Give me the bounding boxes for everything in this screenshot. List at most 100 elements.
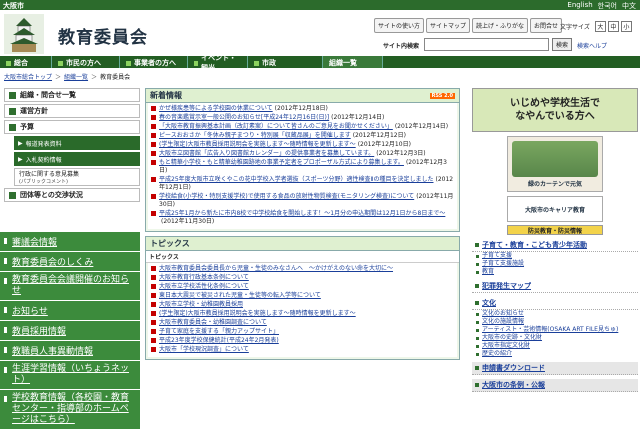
bullet-icon	[151, 151, 156, 156]
topic-link[interactable]: (学生限定)大阪市教員採用説明会を実施します～随時情報を更新します～	[159, 310, 356, 318]
link-education[interactable]: 教育	[482, 268, 494, 275]
news-link[interactable]: ピースおおさか「冬休み親子まつり・特別展「収蔵品展」を開催します	[159, 132, 351, 139]
bullet-icon	[151, 124, 156, 129]
green-curtain-banner[interactable]: 緑のカーテンで元気	[507, 136, 603, 192]
career-education-banner[interactable]: 大阪市のキャリア教育	[507, 196, 603, 222]
link-childcare-support[interactable]: 子育て支援	[482, 252, 512, 259]
link-council-info[interactable]: 審議会情報	[0, 232, 140, 252]
contact-button[interactable]: お問合せ	[530, 18, 563, 33]
font-size-small[interactable]: 小	[620, 21, 632, 32]
menu-bidding[interactable]: ▶ 入札契約情報	[14, 152, 140, 166]
news-link[interactable]: かぜ様疾患等による学校園の休業について	[159, 105, 273, 112]
disaster-prevention-banner[interactable]: 防災教育・防災情報	[507, 225, 603, 235]
topic-link[interactable]: 大阪市教育委員会委員長から児童・生徒のみなさんへ ～かけがえのない命を大切に～	[159, 265, 393, 273]
forms-download-link[interactable]: 申請書ダウンロード	[472, 362, 638, 375]
ordinances-link[interactable]: 大阪市の条例・公報	[472, 379, 638, 392]
topic-link[interactable]: 大阪市立学校活性化条例について	[159, 283, 249, 291]
site-usage-button[interactable]: サイトの使い方	[374, 18, 425, 33]
gnav-business[interactable]: 事業者の方へ	[120, 56, 188, 68]
news-date: (2012年11月30日)	[161, 218, 215, 225]
left-menu: 組織・問合せ一覧 運営方針 予算 ▶ 報道発表資料 ▶ 入札契約情報 行政に関する意…	[4, 88, 140, 204]
arrow-icon	[6, 60, 11, 66]
arrow-icon	[58, 60, 63, 66]
news-header: 新着情報 RSS 2.0	[146, 89, 459, 103]
breadcrumb-organizations[interactable]: 組織一覧	[64, 72, 88, 81]
bullet-icon	[151, 275, 156, 280]
link-personnel-changes[interactable]: 教職員人事異動情報	[0, 341, 140, 361]
section-childcare-title[interactable]: 子育て・教育・こども青少年活動	[472, 239, 638, 252]
bullet-icon	[151, 329, 156, 334]
topic-link[interactable]: 子育て家庭を支援する「親力アップサイト」	[159, 328, 279, 336]
gnav-general[interactable]: 総合	[0, 56, 52, 68]
font-size-large[interactable]: 大	[594, 21, 606, 32]
link-lifelong-learning[interactable]: 生涯学習情報（いちょうネット）	[0, 361, 140, 390]
topic-link[interactable]: 大阪市教育委員会・幼稚園調査について	[159, 319, 267, 327]
topic-link[interactable]: 大阪市「学校現況調査」について	[159, 346, 249, 354]
section-forms: 申請書ダウンロード	[472, 362, 638, 375]
menu-negotiations[interactable]: 団体等との交渉状況	[4, 188, 140, 202]
section-crime-map: 犯罪発生マップ	[472, 280, 638, 293]
link-teacher-recruit[interactable]: 教員採用情報	[0, 321, 140, 341]
readout-furigana-button[interactable]: 読上げ・ふりがな	[472, 18, 529, 33]
culture-title[interactable]: 文化	[472, 297, 638, 310]
font-size-switcher: 文字サイズ 大 中 小	[560, 21, 632, 32]
topic-item: 大阪市教育委員会・幼稚園調査について	[151, 319, 454, 327]
bullying-banner[interactable]: いじめや学校生活で なやんでいる方へ	[472, 88, 638, 132]
osaka-castle-logo[interactable]	[4, 14, 44, 54]
news-link[interactable]: 学校給食(小学校・特別支援学校)で使用する食品の放射性物質検査(モニタリング検査…	[159, 193, 414, 200]
topic-item: 大阪市教育委員会委員長から児童・生徒のみなさんへ ～かけがえのない命を大切に～	[151, 265, 454, 273]
crime-map-link[interactable]: 犯罪発生マップ	[472, 280, 638, 293]
menu-press-releases[interactable]: ▶ 報道発表資料	[14, 136, 140, 150]
link-board-structure[interactable]: 教育委員会のしくみ	[0, 252, 140, 272]
menu-org-contacts[interactable]: 組織・問合せ一覧	[4, 88, 140, 102]
news-item: 学校給食(小学校・特別支援学校)で使用する食品の放射性物質検査(モニタリング検査…	[151, 193, 454, 209]
arrow-right-icon: ▶	[18, 155, 23, 163]
menu-policy[interactable]: 運営方針	[4, 104, 140, 118]
link-history[interactable]: 歴史の紹介	[482, 350, 512, 357]
top-bar: 大阪市 English 한국어 中文	[0, 0, 640, 10]
news-link[interactable]: 「大阪市教育振興基本計画（改訂素案）について皆さんのご意見をお聞かせください」	[159, 123, 393, 130]
topic-link[interactable]: 大阪市教育行政基本条例について	[159, 274, 249, 282]
search-button[interactable]: 検索	[552, 38, 572, 51]
gnav-city-admin[interactable]: 市政	[248, 56, 323, 68]
gnav-events[interactable]: イベント・観光	[188, 54, 248, 72]
news-item: ピースおおさか「冬休み親子まつり・特別展「収蔵品展」を開催します (2012年12…	[151, 132, 454, 140]
topics-panel: トピックス トピックス 大阪市教育委員会委員長から児童・生徒のみなさんへ ～かけ…	[145, 236, 460, 360]
search-input[interactable]	[424, 38, 549, 51]
bullet-icon	[151, 347, 156, 352]
topic-link[interactable]: 大阪市立学校・幼稚園教員採用	[159, 301, 243, 309]
news-link[interactable]: 春の音楽鑑賞示室一般公開のお知らせ[平成24年12月16日(日)]	[159, 114, 329, 121]
news-link[interactable]: 平成25年1月から新たに市内8校で中学校給食を開始します！～1月分の申込期間は1…	[159, 210, 445, 217]
link-childcare-facilities[interactable]: 子育て支援施設	[482, 260, 524, 267]
news-link[interactable]: (学生限定)大阪市教員採用説明会を実施します～随時情報を更新します～	[159, 141, 356, 148]
link-culture-facilities[interactable]: 文化の施設情報	[482, 318, 524, 325]
breadcrumb-top[interactable]: 大阪市総合トップ	[4, 72, 52, 81]
menu-budget[interactable]: 予算	[4, 120, 140, 134]
news-link[interactable]: もと精華小学校・もと精華幼稚園跡地の事業予定者をプロポーザル方式により募集します…	[159, 159, 404, 166]
link-school-education[interactable]: 学校教育情報（各校園・教育センター・指導部のホームページはこちら）	[0, 390, 140, 430]
news-link[interactable]: 平成25年度大阪市立咲くやこの花中学校入学者選抜（スポーツ分野）適性検査Ⅱの種目…	[159, 176, 433, 183]
breadcrumb-current: 教育委員会	[100, 74, 131, 81]
topic-link[interactable]: 平成23年度学校保健統計(平成24年2月発表)	[159, 337, 279, 345]
arrow-icon	[194, 60, 199, 66]
menu-public-comment[interactable]: 行政に関する意見募集 (パブリックコメント)	[14, 168, 140, 186]
link-historic-sites[interactable]: 大阪市の史跡・文化財	[482, 334, 542, 341]
link-board-meetings[interactable]: 教育委員会会議開催のお知らせ	[0, 272, 140, 301]
search-help-link[interactable]: 検索ヘルプ	[577, 41, 607, 50]
link-culture-news[interactable]: 文化のお知らせ	[482, 310, 524, 317]
link-notices[interactable]: お知らせ	[0, 301, 140, 321]
gnav-citizens[interactable]: 市民の方へ	[52, 56, 120, 68]
left-link-list: 審議会情報 教育委員会のしくみ 教育委員会会議開催のお知らせ お知らせ 教員採用…	[0, 232, 140, 430]
link-designated-assets[interactable]: 大阪市指定文化財	[482, 342, 530, 349]
topic-link[interactable]: 東日本大震災で被災された児童・生徒等の転入学等について	[159, 292, 321, 300]
news-date: (2012年12月18日)	[274, 105, 328, 112]
font-size-medium[interactable]: 中	[607, 21, 619, 32]
link-artist-info[interactable]: アーティスト・芸術情報(OSAKA ART FILE見ちゅ)	[482, 326, 618, 333]
sitemap-button[interactable]: サイトマップ	[426, 18, 471, 33]
topic-item: 大阪市立学校・幼稚園教員採用	[151, 301, 454, 309]
news-link[interactable]: 大阪市立図書館「広告入り図書館カレンダー」の提供事業者を募集しています。	[159, 150, 374, 157]
policy-icon	[9, 107, 16, 115]
arrow-icon	[126, 60, 131, 66]
gnav-organizations[interactable]: 組織一覧	[323, 56, 383, 68]
rss-badge[interactable]: RSS 2.0	[429, 92, 455, 99]
